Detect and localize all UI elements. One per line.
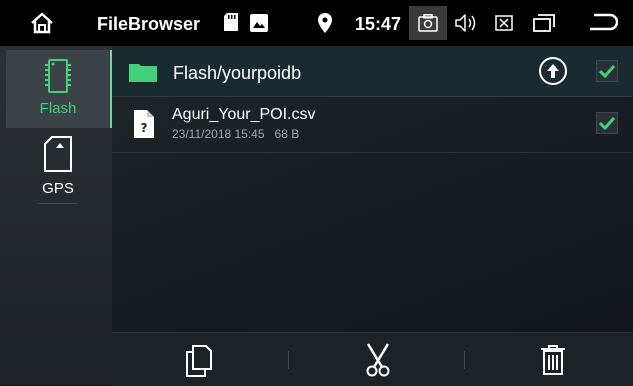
back-icon[interactable]	[588, 13, 618, 33]
folder-icon	[129, 64, 157, 82]
select-all-checkbox[interactable]	[596, 60, 618, 82]
location-icon	[318, 13, 332, 33]
up-folder-button[interactable]	[538, 56, 568, 86]
clock: 15:47	[355, 14, 402, 34]
volume-icon[interactable]	[455, 14, 479, 32]
chip-icon	[45, 59, 71, 93]
copy-icon[interactable]	[186, 345, 212, 377]
trash-icon[interactable]	[540, 345, 566, 375]
divider	[38, 203, 78, 204]
sidebar-item-flash[interactable]: Flash	[6, 50, 112, 128]
image-status-icon	[250, 14, 268, 32]
file-checkbox[interactable]	[596, 112, 618, 134]
storage-sidebar: Flash GPS	[0, 46, 112, 385]
sidebar-item-label: GPS	[42, 180, 74, 197]
list-item[interactable]: ? Aguri_Your_POI.csv 23/11/2018 15:45 68…	[112, 98, 633, 153]
action-toolbar	[112, 332, 633, 386]
home-icon[interactable]	[30, 12, 54, 34]
app-title: FileBrowser	[97, 14, 201, 34]
sidebar-item-gps[interactable]: GPS	[6, 130, 110, 208]
path-bar: Flash/yourpoidb	[112, 46, 633, 97]
checkmark-icon	[599, 64, 615, 78]
divider	[288, 351, 289, 369]
checkmark-icon	[599, 116, 615, 130]
close-app-icon[interactable]	[495, 15, 513, 31]
status-bar: FileBrowser 15:47	[0, 0, 633, 46]
file-date: 23/11/2018 15:45	[172, 127, 265, 141]
file-panel: Flash/yourpoidb ? Aguri_Your_POI.csv 23/…	[112, 46, 633, 386]
sdcard-icon	[44, 136, 72, 172]
file-size: 68 B	[274, 127, 300, 141]
recent-apps-icon[interactable]	[533, 14, 555, 32]
camera-icon	[418, 14, 438, 32]
sdcard-status-icon	[224, 13, 238, 31]
sidebar-item-label: Flash	[39, 100, 77, 117]
cut-icon[interactable]	[364, 343, 392, 377]
unknown-file-icon: ?	[134, 110, 154, 138]
file-meta: 23/11/2018 15:45 68 B	[172, 127, 299, 141]
divider	[464, 351, 465, 369]
current-path: Flash/yourpoidb	[173, 63, 302, 83]
file-name: Aguri_Your_POI.csv	[172, 106, 316, 123]
screenshot-button[interactable]	[409, 6, 447, 40]
svg-text:?: ?	[141, 121, 148, 135]
